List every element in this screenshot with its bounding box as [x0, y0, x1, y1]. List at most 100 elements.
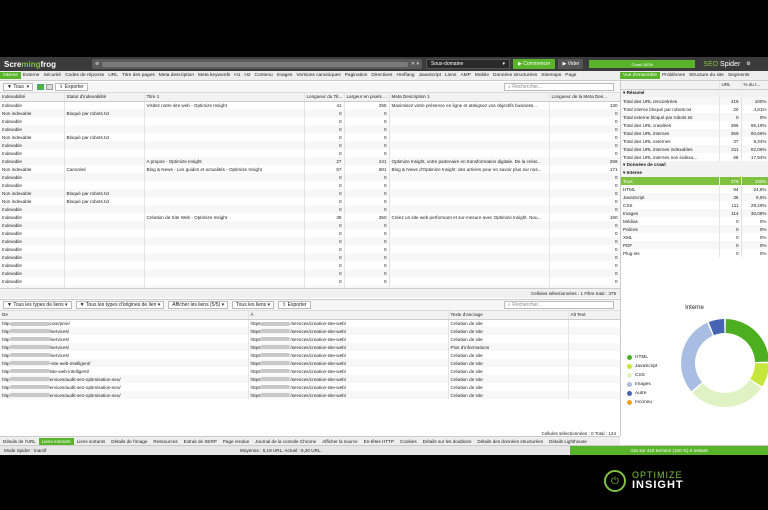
bottom-tab-12[interactable]: Détails des données structurées [474, 439, 546, 444]
overview-row[interactable]: Total interne bloqué par robots.txt 20 4,8… [621, 105, 768, 113]
table-row[interactable]: http -site-web-intelligent/https/services… [0, 359, 620, 367]
overview-row[interactable]: Total des URL internes non indexa... 68 17… [621, 153, 768, 161]
overview-row[interactable]: PDF 0 0% [621, 241, 768, 249]
tab-0[interactable]: Interne [0, 72, 21, 79]
bottom-tab-1[interactable]: Liens entrants [38, 437, 74, 445]
column-header[interactable]: À [248, 311, 449, 320]
table-row[interactable]: Indexable000 [0, 237, 620, 245]
table-row[interactable]: Indexable000 [0, 277, 620, 285]
export-links-button[interactable]: ⇪ Exporter [278, 301, 311, 309]
export-button[interactable]: ⇪ Exporter [55, 83, 88, 91]
column-header[interactable]: Alt Text [568, 311, 620, 320]
right-tab-2[interactable]: Structure du site [687, 73, 726, 78]
tab-11[interactable]: Images [275, 73, 295, 78]
overview-row[interactable]: Polices 0 0% [621, 225, 768, 233]
column-header[interactable]: Indexabilité [0, 93, 65, 102]
section-header[interactable]: ▾ Résumé [621, 89, 768, 97]
right-tab-3[interactable]: Segments [726, 73, 752, 78]
table-row[interactable]: http com/pme/https/services/creation-site… [0, 319, 620, 327]
table-row[interactable]: Indexable000 [0, 117, 620, 125]
bottom-tab-0[interactable]: Détails de l'URL [0, 439, 39, 444]
overview-row[interactable]: Total des URL externes 37 9,34% [621, 137, 768, 145]
column-header[interactable]: Meta Description 1 [389, 93, 550, 102]
show-links-select[interactable]: Afficher les liens (5/5) ▾ [168, 301, 229, 309]
section-header[interactable]: ▾ Interne [621, 169, 768, 177]
table-row[interactable]: Indexable000 [0, 221, 620, 229]
tab-10[interactable]: Contenu [253, 73, 275, 78]
tab-14[interactable]: Directives [369, 73, 394, 78]
column-header[interactable]: Largeur en pixels ... [344, 93, 390, 102]
tab-16[interactable]: JavaScript [417, 73, 443, 78]
overview-row[interactable]: Total des URL internes 359 90,66% [621, 129, 768, 137]
overview-row[interactable]: Plug-ins 0 0% [621, 249, 768, 257]
bottom-tab-4[interactable]: Ressources [150, 439, 180, 444]
table-row[interactable]: http/services/https/services/creation-si… [0, 343, 620, 351]
clear-button[interactable]: ▶ Vider [558, 59, 584, 69]
bottom-tab-7[interactable]: Journal de la console Chrome [252, 439, 319, 444]
search-input[interactable]: ⌕ Rechercher... [504, 83, 614, 91]
table-row[interactable]: Indexable000 [0, 205, 620, 213]
start-button[interactable]: ▶ Commencer [513, 59, 556, 69]
column-header[interactable]: Texte d'ancrage [448, 311, 569, 320]
tab-15[interactable]: Hreflang [394, 73, 416, 78]
table-row[interactable]: Non indexable Canonisé Blog & News - Les g… [0, 165, 620, 173]
table-row[interactable]: Indexable A propos - Optimize Insight 27 24… [0, 157, 620, 165]
tab-7[interactable]: Meta keywords [196, 73, 232, 78]
table-row[interactable]: http/services/https/services/creation-si… [0, 335, 620, 343]
col-percent[interactable]: % du t... [741, 81, 768, 90]
right-tab-1[interactable]: Problèmes [660, 73, 687, 78]
overview-row[interactable]: Images 114 30,08% [621, 209, 768, 217]
bottom-tab-10[interactable]: Cookies [397, 439, 420, 444]
column-header[interactable]: Titre 1 [144, 93, 305, 102]
table-row[interactable]: Indexable Création de Site Web - Optimize… [0, 213, 620, 221]
list-view-icon[interactable] [37, 84, 45, 90]
url-input[interactable]: ⊕ ✕ ▾ [92, 59, 422, 69]
overview-row[interactable]: Total des URL internes indexables 311 82,0… [621, 145, 768, 153]
table-row[interactable]: Indexable000 [0, 245, 620, 253]
table-row[interactable]: Non indexable Bloqué par robots.txt 0 0 0 [0, 197, 620, 205]
table-row[interactable]: Indexable000 [0, 149, 620, 157]
link-origin-select[interactable]: ▼ Tous les types d'origines de lien ▾ [75, 301, 165, 309]
settings-icon[interactable]: ⚙ [746, 61, 750, 67]
overview-row[interactable]: Tous 379 100% [621, 177, 768, 185]
mode-select[interactable]: Sous-domaine ▾ [426, 59, 510, 69]
tab-1[interactable]: Externe [21, 73, 42, 78]
bottom-tab-3[interactable]: Détails de l'image [108, 439, 150, 444]
table-row[interactable]: Non indexable Bloqué par robots.txt 0 0 0 [0, 109, 620, 117]
column-header[interactable]: De [0, 311, 249, 320]
links-search-input[interactable]: ⌕ Rechercher... [504, 301, 614, 309]
overview-row[interactable]: CSS 111 29,29% [621, 201, 768, 209]
col-url[interactable]: URL [719, 81, 742, 90]
table-row[interactable]: Indexable000 [0, 261, 620, 269]
bottom-tab-8[interactable]: Afficher la source [319, 439, 360, 444]
table-row[interactable]: Indexable000 [0, 253, 620, 261]
tab-4[interactable]: URL [106, 73, 120, 78]
bottom-tab-5[interactable]: Extrait de SERP [181, 439, 220, 444]
filter-type-select[interactable]: ▼ Tous ▾ [3, 83, 34, 91]
table-row[interactable]: Indexable000 [0, 269, 620, 277]
overview-row[interactable]: Total des URL crawlées 396 95,19% [621, 121, 768, 129]
overview-row[interactable]: Total des URL rencontrées 416 100% [621, 97, 768, 105]
tab-19[interactable]: Mobile [473, 73, 491, 78]
tree-view-icon[interactable] [46, 84, 54, 90]
column-header[interactable]: Longueur du Tit... [304, 93, 345, 102]
link-type-select[interactable]: ▼ Tous les types de liens ▾ [3, 301, 72, 309]
overview-row[interactable]: JavaScript 36 9,5% [621, 193, 768, 201]
donut-slice-html[interactable] [725, 319, 768, 363]
tab-13[interactable]: Pagination [343, 73, 370, 78]
overview-row[interactable]: XML 0 0% [621, 233, 768, 241]
table-row[interactable]: http/services/https/services/creation-si… [0, 327, 620, 335]
tab-21[interactable]: Sitemaps [539, 73, 563, 78]
donut-slice-css[interactable] [692, 380, 762, 407]
tab-18[interactable]: AMP [458, 73, 472, 78]
section-header[interactable]: ▾ Données de crawl [621, 161, 768, 169]
chevron-down-icon[interactable]: ▾ [416, 61, 419, 67]
tab-20[interactable]: Données structurées [491, 73, 539, 78]
bottom-tab-13[interactable]: Détails Lighthouse [546, 439, 590, 444]
tab-2[interactable]: Sécurité [41, 73, 63, 78]
table-row[interactable]: Indexable000 [0, 173, 620, 181]
table-row[interactable]: Non indexable Bloqué par robots.txt 0 0 0 [0, 133, 620, 141]
tab-3[interactable]: Codes de réponse [63, 73, 106, 78]
tab-17[interactable]: Liens [443, 73, 458, 78]
donut-slice-images[interactable] [681, 322, 713, 392]
